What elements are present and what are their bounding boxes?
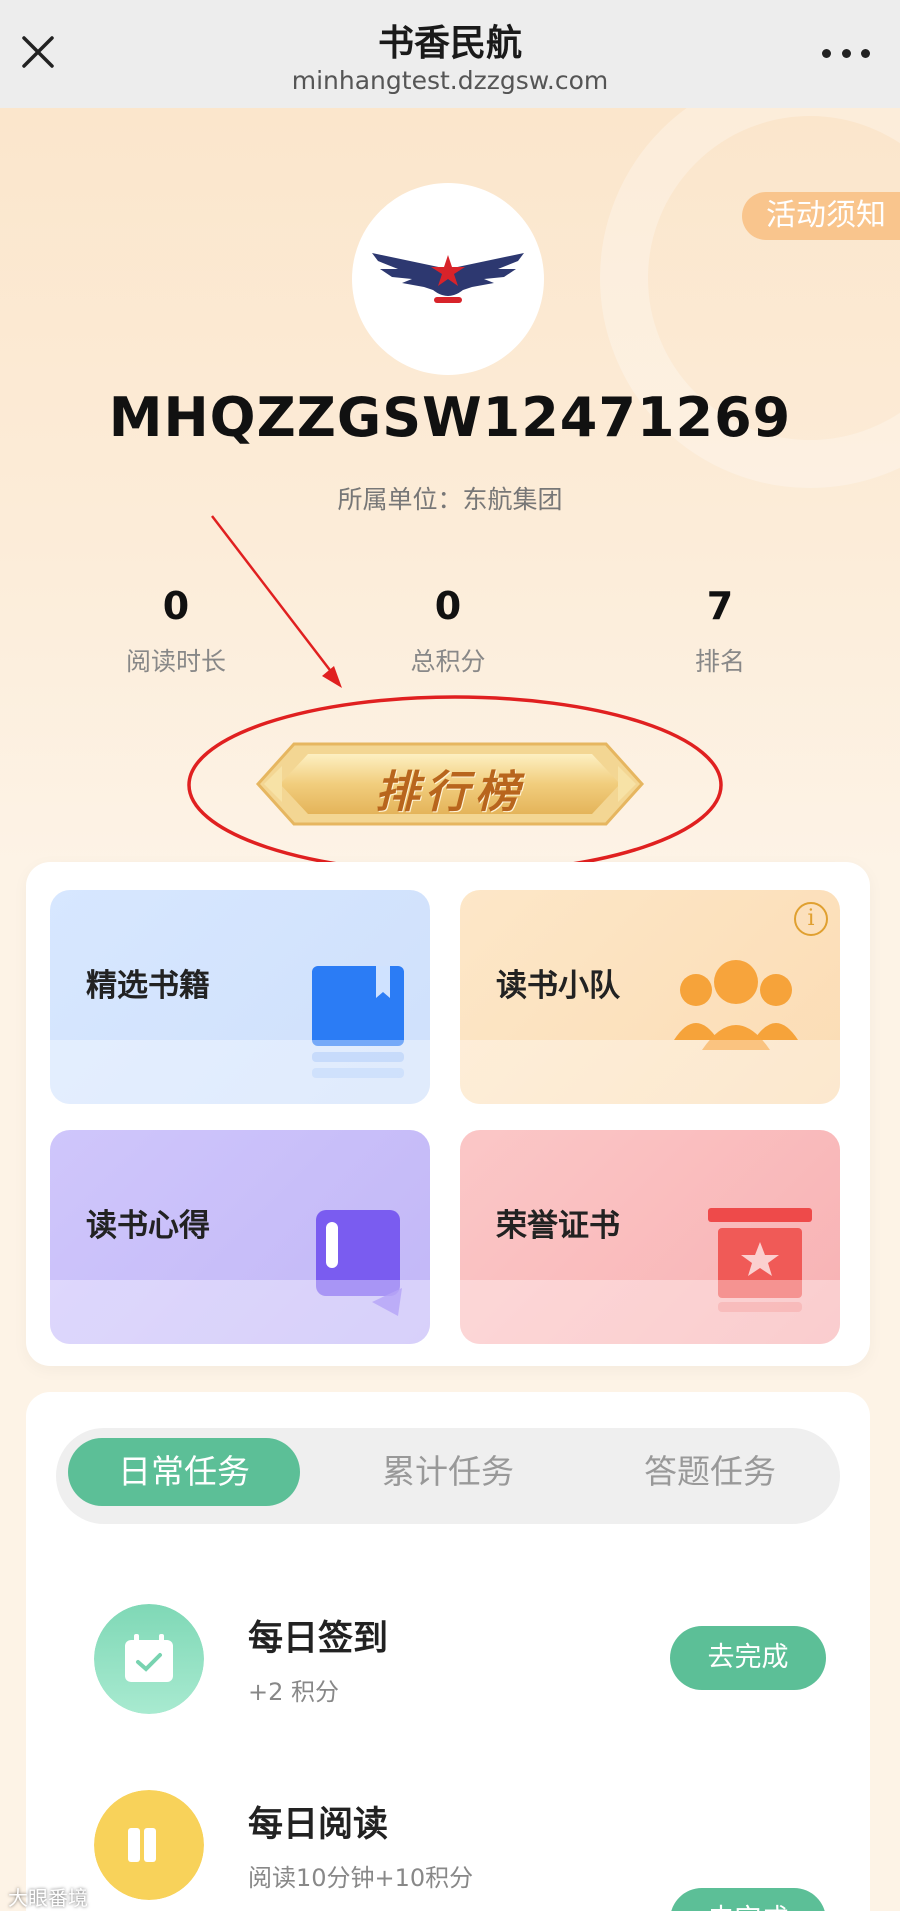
card-fade — [50, 1040, 430, 1104]
info-icon[interactable]: i — [794, 902, 828, 936]
task-tabs: 日常任务 累计任务 答题任务 — [56, 1428, 840, 1524]
feature-card-reading-team[interactable]: 读书小队 i — [460, 890, 840, 1104]
reading-icon — [94, 1790, 204, 1900]
stat-label: 排名 — [694, 647, 745, 676]
feature-card-selected-books[interactable]: 精选书籍 — [50, 890, 430, 1104]
stat-value: 7 — [706, 584, 734, 628]
tab-quiz-tasks[interactable]: 答题任务 — [594, 1438, 826, 1506]
stat-label: 阅读时长 — [125, 647, 226, 676]
airline-wings-logo-icon — [372, 253, 524, 303]
task-item-daily-checkin: 每日签到 +2 积分 去完成 — [26, 1592, 870, 1722]
tasks-section: 日常任务 累计任务 答题任务 每日签到 +2 积分 去完成 每日阅读 阅读10分… — [26, 1392, 870, 1911]
card-fade — [50, 1280, 430, 1344]
task-description: 阅读10分钟+10积分 — [248, 1864, 474, 1892]
tab-cumulative-tasks[interactable]: 累计任务 — [332, 1438, 564, 1506]
feature-panel: 精选书籍 读书小队 i 读书心得 荣誉证书 — [26, 862, 870, 1366]
top-navigation-bar: 书香民航 minhangtest.dzzgsw.com — [0, 0, 900, 108]
leaderboard-button[interactable]: 排行榜 — [250, 736, 650, 832]
feature-card-label: 读书小队 — [496, 968, 620, 1004]
more-options-icon[interactable] — [822, 38, 870, 68]
avatar — [352, 183, 544, 375]
feature-card-reading-notes[interactable]: 读书心得 — [50, 1130, 430, 1344]
task-description: +2 积分 — [248, 1678, 340, 1706]
feature-card-label: 荣誉证书 — [496, 1208, 620, 1244]
leaderboard-label: 排行榜 — [375, 767, 525, 818]
feature-card-label: 精选书籍 — [86, 968, 210, 1004]
user-id: MHQZZGSW12471269 — [108, 386, 792, 449]
task-name: 每日阅读 — [248, 1805, 389, 1845]
go-complete-button[interactable]: 去完成 — [670, 1626, 826, 1690]
page-url: minhangtest.dzzgsw.com — [291, 66, 609, 95]
task-name: 每日签到 — [248, 1619, 389, 1659]
stat-value: 0 — [434, 584, 462, 628]
stat-reading-time: 0 阅读时长 — [66, 584, 286, 678]
go-complete-button[interactable]: 去完成 — [670, 1888, 826, 1911]
task-item-daily-reading: 每日阅读 阅读10分钟+10积分 去完成 — [26, 1778, 870, 1911]
activity-notice-button[interactable]: 活动须知 — [742, 192, 900, 240]
feature-card-label: 读书心得 — [86, 1208, 210, 1244]
organization-text: 所属单位：东航集团 — [337, 485, 563, 514]
calendar-check-icon — [94, 1604, 204, 1714]
stats-row: 0 阅读时长 0 总积分 7 排名 — [0, 584, 900, 676]
feature-card-honor-certificate[interactable]: 荣誉证书 — [460, 1130, 840, 1344]
card-fade — [460, 1280, 840, 1344]
page-title: 书香民航 — [377, 23, 522, 64]
stat-total-points: 0 总积分 — [338, 584, 558, 678]
stat-rank: 7 排名 — [610, 584, 830, 678]
watermark: 大眼番境 — [8, 1886, 88, 1910]
stat-value: 0 — [162, 584, 190, 628]
tab-daily-tasks[interactable]: 日常任务 — [68, 1438, 300, 1506]
profile-header: 活动须知 MHQZZGSW12471269 所属单位：东航集团 0 阅读时长 0… — [0, 108, 900, 868]
stat-label: 总积分 — [410, 647, 486, 676]
card-fade — [460, 1040, 840, 1104]
